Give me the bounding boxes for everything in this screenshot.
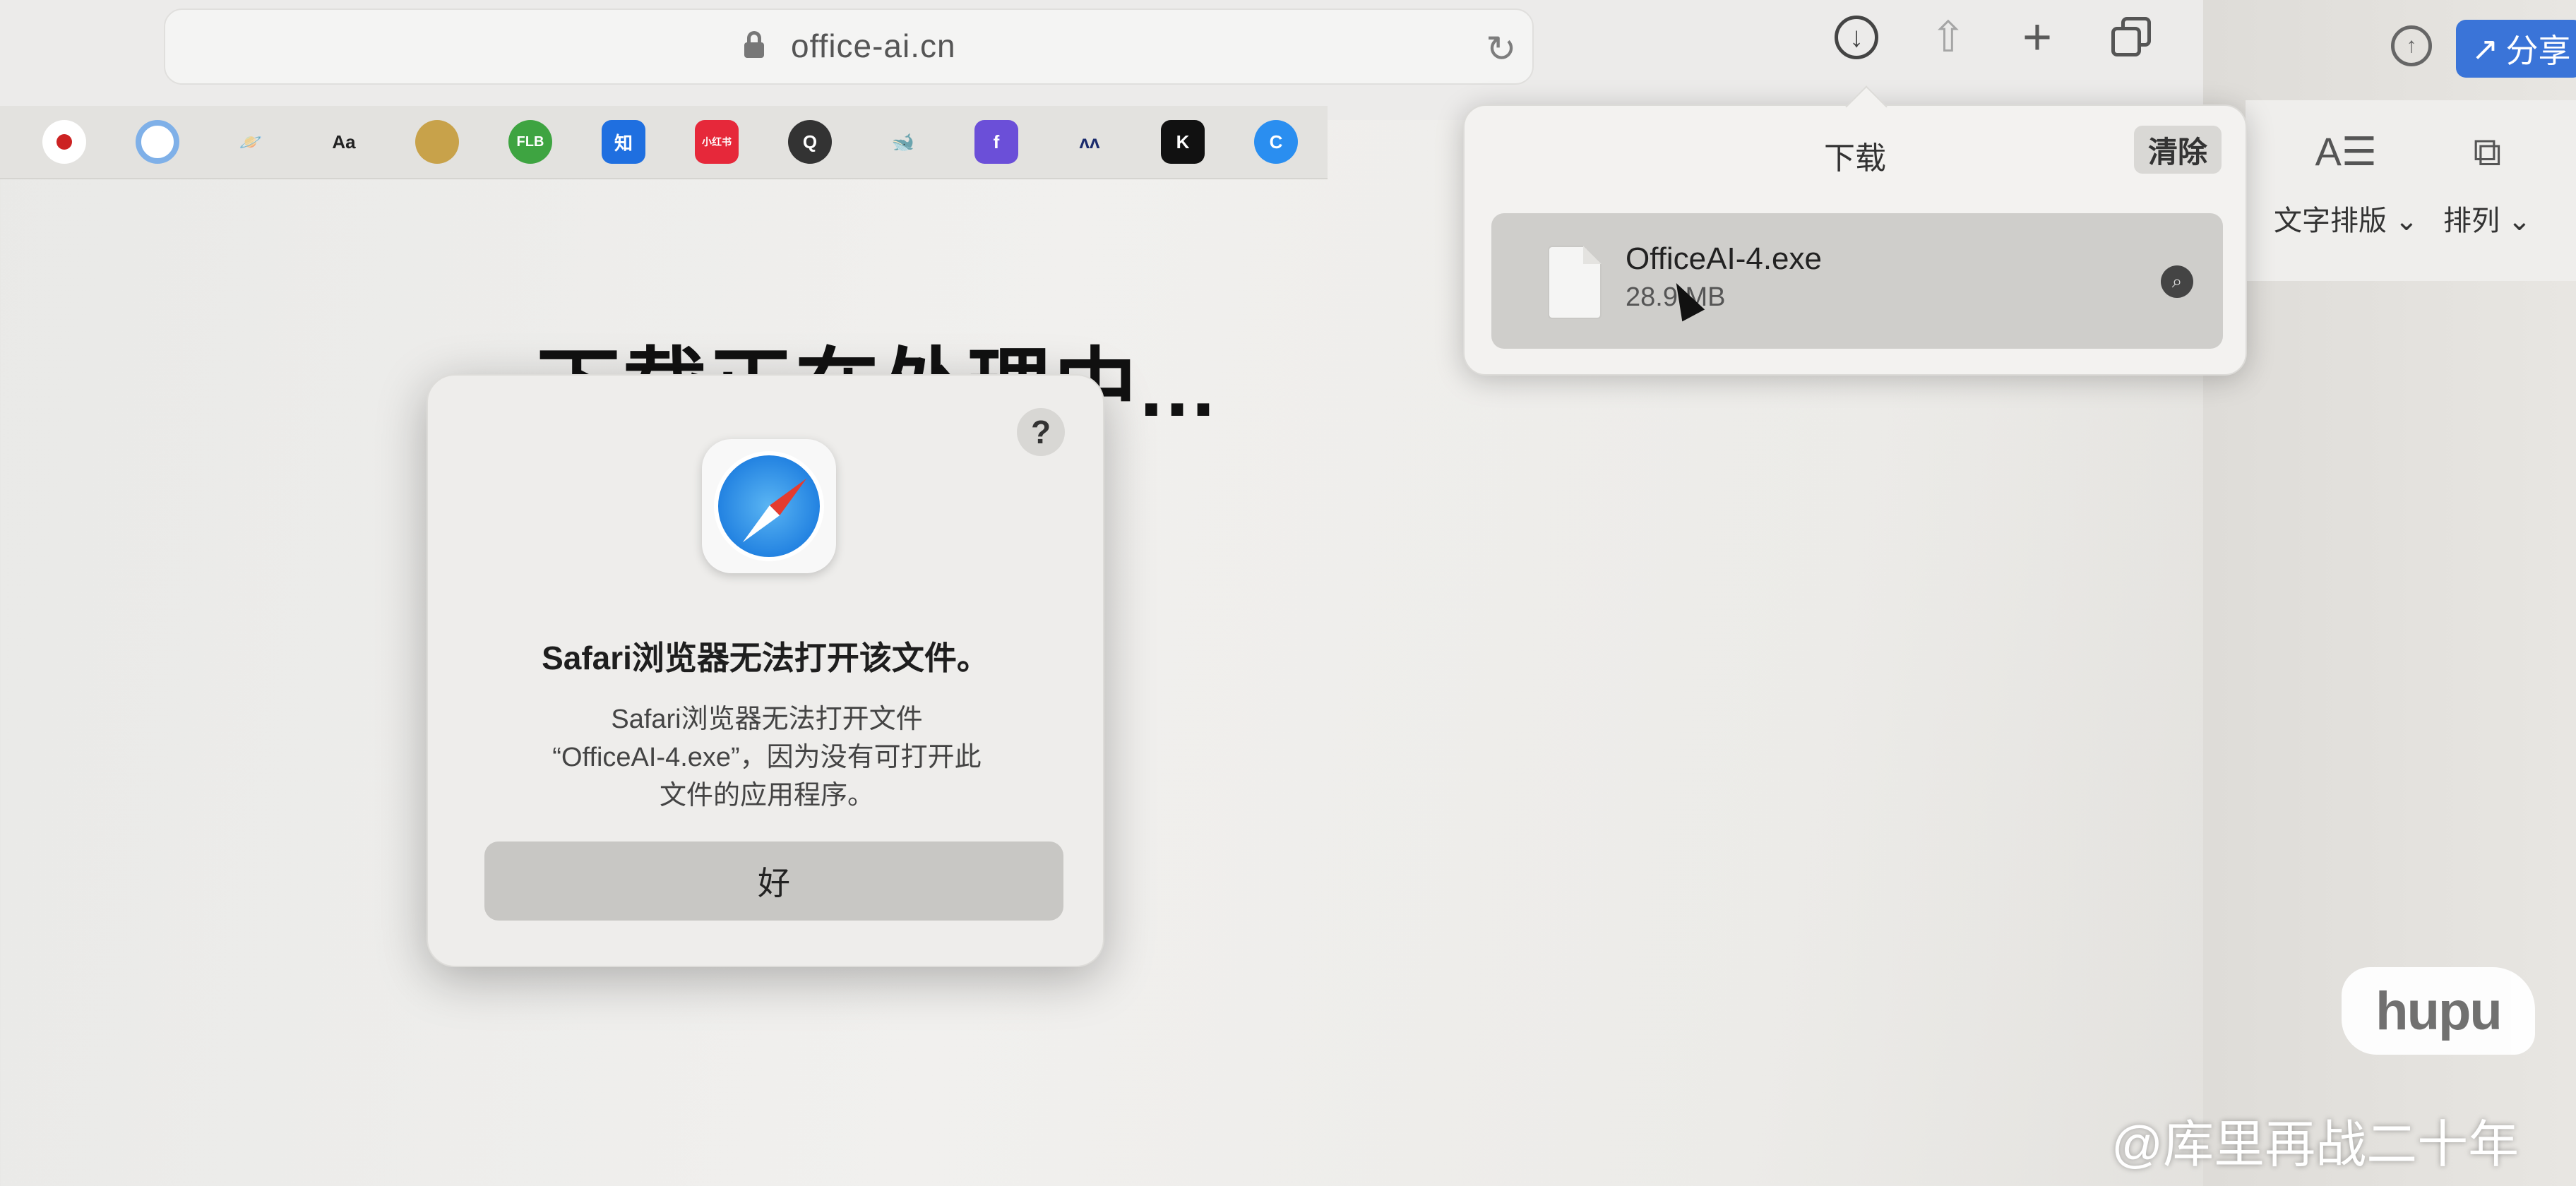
new-tab-icon[interactable]: + [2010,9,2065,66]
favorite-label: Q [802,131,818,152]
favorite-label: FLB [516,133,544,150]
downloads-title: 下载 [1824,141,1886,176]
cloud-upload-icon[interactable]: ↑ [2391,25,2432,66]
favorite-label: f [993,131,1000,152]
tabs-overview-icon[interactable] [2104,10,2159,65]
favorite-label: C [1269,131,1283,152]
address-bar[interactable]: office-ai.cn ↻ [164,8,1534,85]
text-layout-button[interactable]: A☰ 文字排版 ⌄ [2274,128,2419,239]
alert-message-line: “OfficeAI-4.exe”，因为没有可打开此 [552,743,982,772]
favorite-label: 知 [614,132,633,154]
favorite-label: K [1176,131,1190,152]
app-ribbon: A☰ 文字排版 ⌄ ⧉ 排列 ⌄ [2246,100,2576,281]
favorite-icon[interactable]: ʌʌ [1068,120,1111,164]
favorite-label: ʌʌ [1079,131,1100,152]
favorite-icon[interactable]: C [1254,120,1298,164]
arrange-label: 排列 ⌄ [2443,205,2532,236]
download-item[interactable]: OfficeAI-4.exe 28.9 MB ⌕ [1491,213,2223,349]
favorite-icon[interactable]: Q [788,120,832,164]
favorite-icon[interactable]: 🪐 [229,120,273,164]
alert-message-line: Safari浏览器无法打开文件 [611,705,923,734]
favorite-label: 🐋 [891,131,915,152]
favorites-bar: 🪐 Aa FLB 知 小红书 Q 🐋 f ʌʌ K C [0,106,1328,179]
favorite-icon[interactable] [136,120,179,164]
reload-icon[interactable]: ↻ [1486,28,1517,71]
favorite-icon[interactable]: 知 [602,120,645,164]
download-file-name: OfficeAI-4.exe [1626,241,1822,276]
favorite-icon[interactable]: 🐋 [881,120,925,164]
alert-message-line: 文件的应用程序。 [659,781,874,810]
clear-downloads-button[interactable]: 清除 [2134,126,2222,174]
compass-icon [714,451,824,561]
favorite-icon[interactable]: FLB [508,120,552,164]
arrange-icon: ⧉ [2473,129,2502,174]
share-button[interactable]: ↗ 分享 [2456,20,2576,78]
file-icon [1548,246,1602,319]
favorite-label: 🪐 [239,131,263,152]
url-text[interactable]: office-ai.cn [791,27,956,65]
download-icon: ↓ [1835,16,1878,59]
favorite-label: Aa [332,131,356,152]
alert-dialog: ? Safari浏览器无法打开该文件。 Safari浏览器无法打开文件 “Off… [427,374,1104,967]
downloads-popover: 下载 清除 OfficeAI-4.exe 28.9 MB ⌕ [1463,104,2247,376]
ok-button[interactable]: 好 [484,841,1063,921]
favorite-icon[interactable]: f [974,120,1018,164]
downloads-button[interactable]: ↓ [1829,10,1884,65]
favorite-icon[interactable] [42,120,86,164]
favorite-icon[interactable]: 小红书 [695,120,739,164]
favorite-icon[interactable]: K [1161,120,1205,164]
favorite-icon[interactable]: Aa [322,120,366,164]
share-arrow-icon: ↗ [2471,30,2499,67]
hupu-logo: hupu [2342,967,2535,1055]
share-button-label: 分享 [2505,32,2571,69]
text-layout-label: 文字排版 ⌄ [2274,205,2419,236]
watermark-credit: @库里再战二十年 [2111,1117,2520,1173]
lock-icon [744,31,764,58]
text-layout-icon: A☰ [2315,129,2378,174]
favorite-icon[interactable] [415,120,459,164]
alert-message: Safari浏览器无法打开文件 “OfficeAI-4.exe”，因为没有可打开… [491,700,1042,815]
help-button[interactable]: ? [1017,408,1065,456]
favorite-label: 小红书 [702,136,732,148]
alert-title: Safari浏览器无法打开该文件。 [542,640,989,676]
share-icon[interactable]: ⇧ [1921,10,1976,65]
arrange-button[interactable]: ⧉ 排列 ⌄ [2443,128,2532,239]
reveal-in-finder-icon[interactable]: ⌕ [2161,265,2193,298]
safari-app-icon [702,439,836,573]
